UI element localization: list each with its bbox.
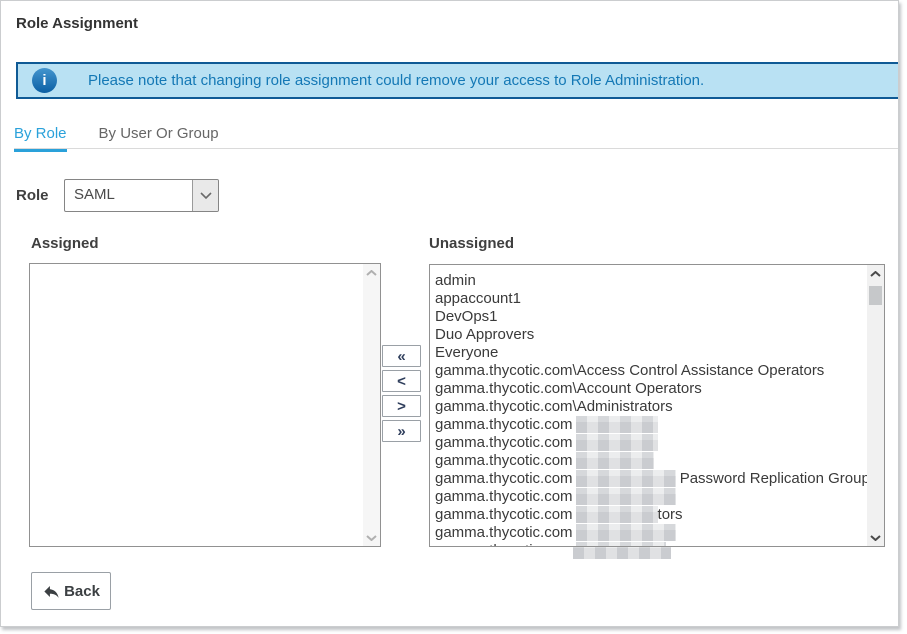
list-item[interactable]: gamma.thycotic.com\Account Operators <box>435 380 867 398</box>
list-item[interactable]: gamma.thycotic.com <box>435 452 867 470</box>
redacted-text <box>576 452 654 469</box>
scroll-up-icon[interactable] <box>363 264 380 281</box>
chevron-down-icon[interactable] <box>192 180 218 211</box>
list-item[interactable]: Everyone <box>435 344 867 362</box>
role-assignment-page: Role Assignment i Please note that chang… <box>0 0 899 627</box>
redacted-text <box>576 470 676 487</box>
list-item-suffix: Password Replication Group <box>676 470 867 487</box>
info-banner: i Please note that changing role assignm… <box>16 62 898 99</box>
page-title: Role Assignment <box>16 15 138 32</box>
role-dropdown[interactable]: SAML <box>64 179 219 212</box>
role-dropdown-value: SAML <box>65 180 192 211</box>
assigned-list[interactable] <box>30 264 363 546</box>
unassigned-list-label: Unassigned <box>429 235 514 252</box>
move-selected-to-assigned-button[interactable]: < <box>382 370 421 392</box>
list-item-prefix: gamma.thycotic.com <box>435 524 573 541</box>
list-item-prefix: gamma.thycotic.com <box>435 542 573 546</box>
list-item[interactable]: admin <box>435 272 867 290</box>
scroll-down-icon[interactable] <box>867 529 884 546</box>
info-icon: i <box>32 68 57 93</box>
redacted-text <box>576 506 658 523</box>
list-item-prefix: gamma.thycotic.com <box>435 470 573 487</box>
back-button-label: Back <box>64 583 100 600</box>
unassigned-list[interactable]: adminappaccount1DevOps1Duo ApproversEver… <box>430 265 867 546</box>
tab-divider <box>14 148 898 149</box>
list-item[interactable]: gamma.thycotic.com <box>435 488 867 506</box>
list-item-prefix: gamma.thycotic.com <box>435 452 573 469</box>
assigned-scrollbar[interactable] <box>363 264 380 546</box>
list-item[interactable]: gamma.thycotic.com Password Replication … <box>435 470 867 488</box>
transfer-button-group: « < > » <box>382 345 421 442</box>
list-item-prefix: gamma.thycotic.com <box>435 488 573 505</box>
move-all-to-unassigned-button[interactable]: » <box>382 420 421 442</box>
assigned-list-label: Assigned <box>31 235 99 252</box>
info-banner-text: Please note that changing role assignmen… <box>88 72 704 89</box>
redacted-text <box>576 524 676 541</box>
redacted-region <box>573 547 671 559</box>
list-item-prefix: gamma.thycotic.com <box>435 434 573 451</box>
redacted-text <box>576 542 666 546</box>
list-item-prefix: gamma.thycotic.com <box>435 506 573 523</box>
role-field-label: Role <box>16 187 49 204</box>
list-item[interactable]: appaccount1 <box>435 290 867 308</box>
list-item[interactable]: gamma.thycotic.com <box>435 416 867 434</box>
unassigned-scrollbar[interactable] <box>867 265 884 546</box>
list-item-suffix: tors <box>658 506 683 523</box>
list-item-prefix: gamma.thycotic.com <box>435 416 573 433</box>
back-button[interactable]: Back <box>31 572 111 610</box>
redacted-text <box>576 416 658 433</box>
list-item[interactable]: gamma.thycotic.com tors <box>435 506 867 524</box>
list-item[interactable]: Duo Approvers <box>435 326 867 344</box>
list-item[interactable]: gamma.thycotic.com\Access Control Assist… <box>435 362 867 380</box>
move-all-to-assigned-button[interactable]: « <box>382 345 421 367</box>
assigned-listbox[interactable] <box>29 263 381 547</box>
unassigned-listbox[interactable]: adminappaccount1DevOps1Duo ApproversEver… <box>429 264 885 547</box>
redacted-text <box>576 488 676 505</box>
list-item[interactable]: gamma.thycotic.com <box>435 434 867 452</box>
scrollbar-thumb[interactable] <box>869 286 882 305</box>
list-item[interactable]: gamma.thycotic.com\Administrators <box>435 398 867 416</box>
scroll-up-icon[interactable] <box>867 265 884 282</box>
list-item[interactable]: gamma.thycotic.com <box>435 524 867 542</box>
list-item[interactable]: DevOps1 <box>435 308 867 326</box>
scroll-down-icon[interactable] <box>363 529 380 546</box>
back-arrow-icon <box>42 582 61 601</box>
list-item[interactable]: gamma.thycotic.com <box>435 542 867 546</box>
redacted-text <box>576 434 658 451</box>
move-selected-to-unassigned-button[interactable]: > <box>382 395 421 417</box>
